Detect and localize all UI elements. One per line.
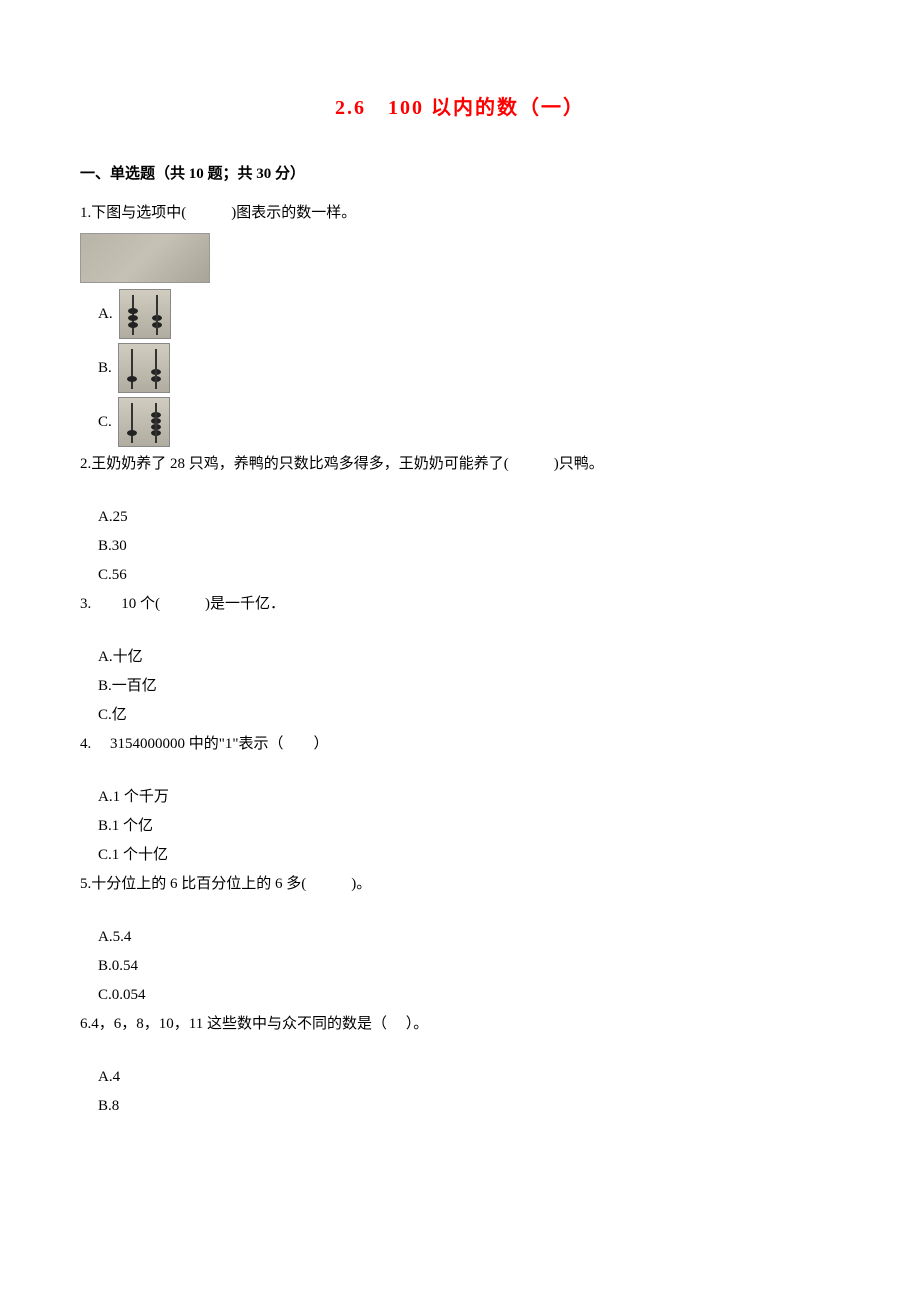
question-2-option-a: A.25 [80, 504, 840, 531]
question-3-text: 3. 10 个( )是一千亿． [80, 591, 840, 618]
question-2-text: 2.王奶奶养了 28 只鸡，养鸭的只数比鸡多得多，王奶奶可能养了( )只鸭。 [80, 451, 840, 478]
abacus-icon [118, 397, 170, 447]
question-4-option-a: A.1 个千万 [80, 784, 840, 811]
question-5-option-c: C.0.054 [80, 982, 840, 1009]
question-5-option-a: A.5.4 [80, 924, 840, 951]
question-4-text: 4. 3154000000 中的"1"表示（ ） [80, 731, 840, 758]
question-2-option-c: C.56 [80, 562, 840, 589]
document-title: 2.6 100 以内的数（一） [80, 90, 840, 126]
question-1-image [80, 233, 840, 283]
question-5-text: 5.十分位上的 6 比百分位上的 6 多( )。 [80, 871, 840, 898]
abacus-icon [118, 343, 170, 393]
question-1-option-c: C. [80, 397, 840, 447]
question-3-option-a: A.十亿 [80, 644, 840, 671]
abacus-icon [119, 289, 171, 339]
question-4-option-c: C.1 个十亿 [80, 842, 840, 869]
question-6-option-b: B.8 [80, 1093, 840, 1120]
question-3-option-b: B.一百亿 [80, 673, 840, 700]
section-1-header: 一、单选题（共 10 题；共 30 分） [80, 161, 840, 188]
question-6-text: 6.4，6，8，10，11 这些数中与众不同的数是（ ）。 [80, 1011, 840, 1038]
question-3-option-c: C.亿 [80, 702, 840, 729]
question-2-option-b: B.30 [80, 533, 840, 560]
question-6-option-a: A.4 [80, 1064, 840, 1091]
question-5-option-b: B.0.54 [80, 953, 840, 980]
option-a-label: A. [98, 301, 113, 328]
question-1-text: 1.下图与选项中( )图表示的数一样。 [80, 200, 840, 227]
question-1-option-b: B. [80, 343, 840, 393]
question-4-option-b: B.1 个亿 [80, 813, 840, 840]
option-c-label: C. [98, 409, 112, 436]
question-1-option-a: A. [80, 289, 840, 339]
option-b-label: B. [98, 355, 112, 382]
